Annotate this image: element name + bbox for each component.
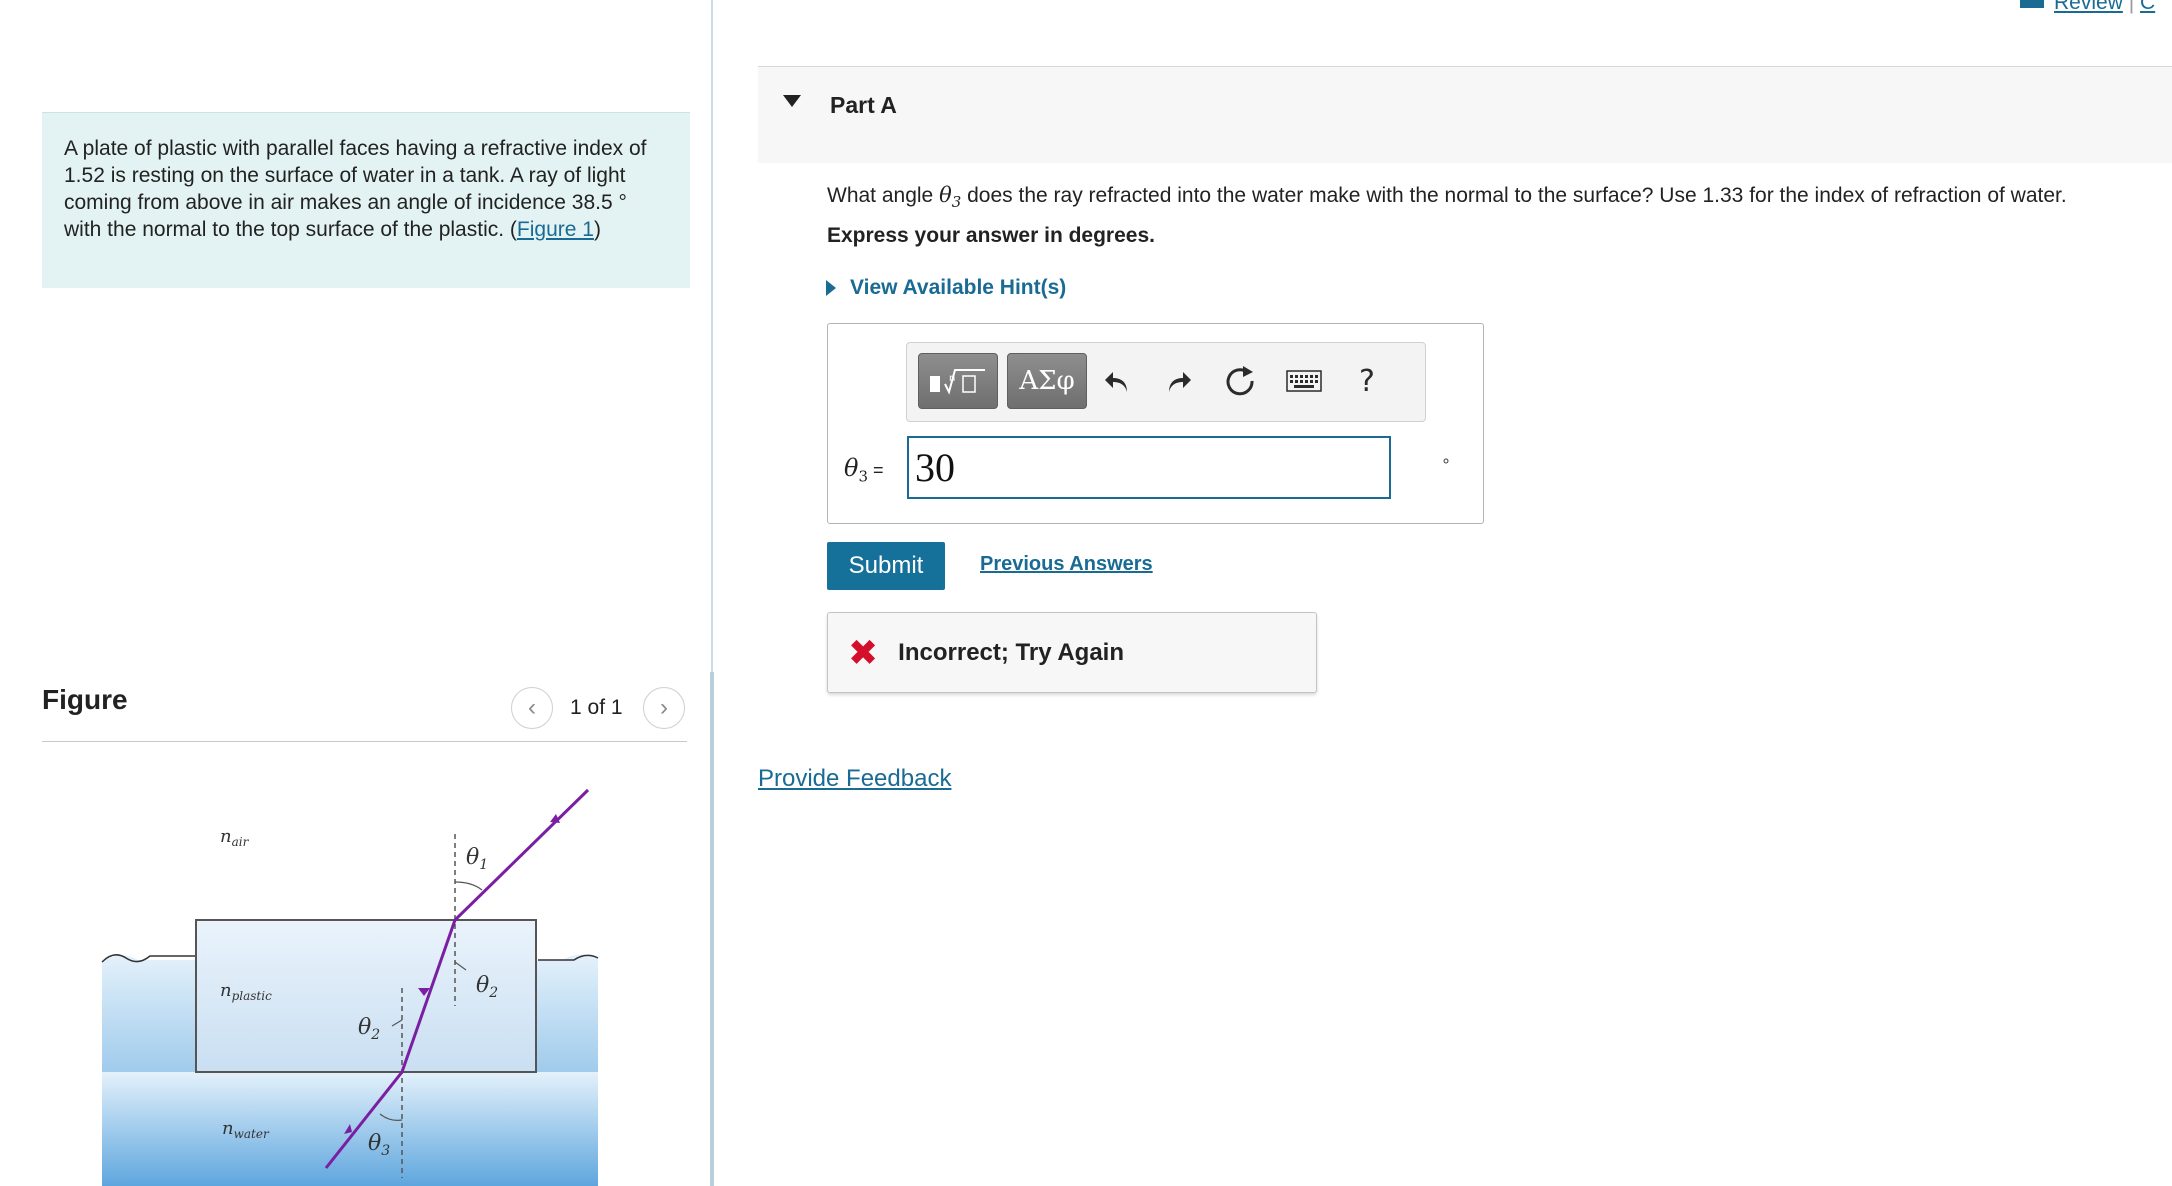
figure-counter: 1 of 1 (570, 696, 623, 719)
answer-box: n ΑΣφ ? θ3 = ∘ (827, 323, 1484, 524)
figure-heading: Figure (42, 684, 128, 715)
redo-button[interactable] (1156, 359, 1200, 403)
math-toolbar: n ΑΣφ ? (906, 342, 1426, 422)
constants-link[interactable]: C (2140, 0, 2155, 14)
problem-statement: A plate of plastic with parallel faces h… (42, 112, 690, 288)
question-text-end: does the ray refracted into the water ma… (961, 184, 2067, 207)
review-link[interactable]: Review (2054, 0, 2123, 14)
panel-resize-handle[interactable] (710, 672, 714, 1186)
feedback-box: ✖ Incorrect; Try Again (827, 612, 1317, 693)
feedback-status: Incorrect; Try Again (898, 638, 1125, 666)
next-figure-button[interactable]: › (643, 687, 685, 729)
top-links: Review | C (2020, 0, 2155, 15)
collapse-triangle-icon[interactable] (783, 95, 801, 107)
book-icon (2020, 0, 2044, 8)
keyboard-button[interactable] (1282, 359, 1326, 403)
figure-link[interactable]: Figure 1 (517, 218, 594, 241)
undo-icon (1105, 372, 1127, 392)
header-separator: | (2128, 0, 2135, 14)
question-text-start: What angle (827, 184, 940, 207)
previous-answers-link[interactable]: Previous Answers (980, 553, 1153, 576)
previous-figure-button[interactable]: ‹ (511, 687, 553, 729)
question-text: What angle θ3 does the ray refracted int… (827, 180, 2067, 217)
undo-button[interactable] (1096, 359, 1140, 403)
chevron-right-icon: › (660, 694, 668, 721)
question-symbol: θ3 (939, 183, 962, 212)
help-button[interactable]: ? (1345, 359, 1389, 403)
provide-feedback-link[interactable]: Provide Feedback (758, 765, 951, 793)
reset-icon (1226, 366, 1254, 396)
keyboard-icon (1286, 370, 1322, 392)
greek-symbols-button[interactable]: ΑΣφ (1007, 353, 1087, 409)
view-hints-label: View Available Hint(s) (850, 276, 1067, 299)
part-title: Part A (830, 92, 897, 118)
redo-icon (1169, 372, 1191, 392)
chevron-left-icon: ‹ (528, 694, 536, 721)
submit-button[interactable]: Submit (827, 542, 945, 590)
theta1-arc (454, 881, 483, 891)
left-panel: A plate of plastic with parallel faces h… (0, 0, 712, 1186)
x-icon: ✖ (848, 631, 879, 673)
n-air-label: nair (220, 826, 250, 849)
part-header[interactable] (758, 67, 2172, 163)
degree-unit: ∘ (1441, 453, 1452, 470)
answer-label: θ3 = (844, 454, 884, 486)
answer-instruction: Express your answer in degrees. (827, 224, 1155, 247)
templates-icon: n (930, 369, 985, 395)
expand-triangle-icon (826, 280, 836, 296)
figure-divider (42, 741, 687, 742)
theta1-label: θ1 (466, 845, 488, 873)
templates-button[interactable]: n (918, 353, 998, 409)
answer-input[interactable] (907, 436, 1391, 499)
problem-text-end: ) (593, 218, 601, 241)
refraction-figure: nair nplastic nwater θ1 θ2 θ2 θ3 (101, 788, 599, 1186)
view-hints-toggle[interactable]: View Available Hint(s) (826, 276, 1066, 300)
reset-button[interactable] (1218, 359, 1262, 403)
